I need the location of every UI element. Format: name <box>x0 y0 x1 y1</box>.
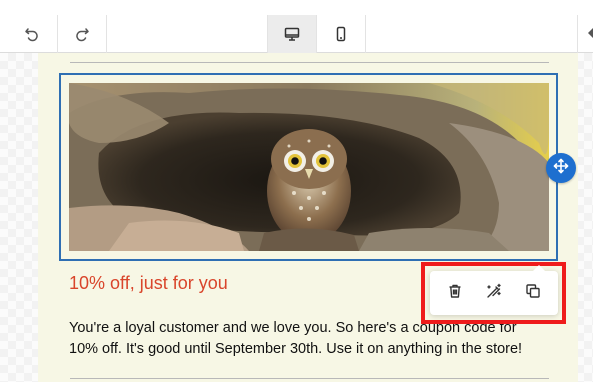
toolbar-divider <box>106 15 107 53</box>
desktop-icon <box>284 26 300 42</box>
edit-block-button[interactable] <box>478 277 510 309</box>
duplicate-icon <box>525 283 541 304</box>
owl-photo[interactable] <box>69 83 549 251</box>
mobile-icon <box>333 26 349 42</box>
trash-icon <box>447 283 463 304</box>
duplicate-block-button[interactable] <box>517 277 549 309</box>
redo-button[interactable] <box>58 15 106 53</box>
email-headline[interactable]: 10% off, just for you <box>69 273 228 294</box>
email-body-text[interactable]: You're a loyal customer and we love you.… <box>69 318 539 360</box>
move-handle[interactable] <box>546 153 576 183</box>
desktop-view-button[interactable] <box>268 15 316 53</box>
block-action-bar <box>430 265 558 315</box>
bottom-divider <box>70 378 549 379</box>
delete-block-button[interactable] <box>439 277 471 309</box>
move-icon <box>553 158 569 179</box>
redo-icon <box>74 26 90 42</box>
editor-toolbar <box>0 0 593 53</box>
magic-wand-icon <box>486 283 502 304</box>
undo-button[interactable] <box>8 15 56 53</box>
toolbar-divider <box>577 15 578 53</box>
top-divider <box>70 62 549 63</box>
undo-icon <box>24 26 40 42</box>
mobile-view-button[interactable] <box>317 15 365 53</box>
toolbar-divider <box>365 15 366 53</box>
collapse-panel-icon[interactable] <box>588 28 593 38</box>
